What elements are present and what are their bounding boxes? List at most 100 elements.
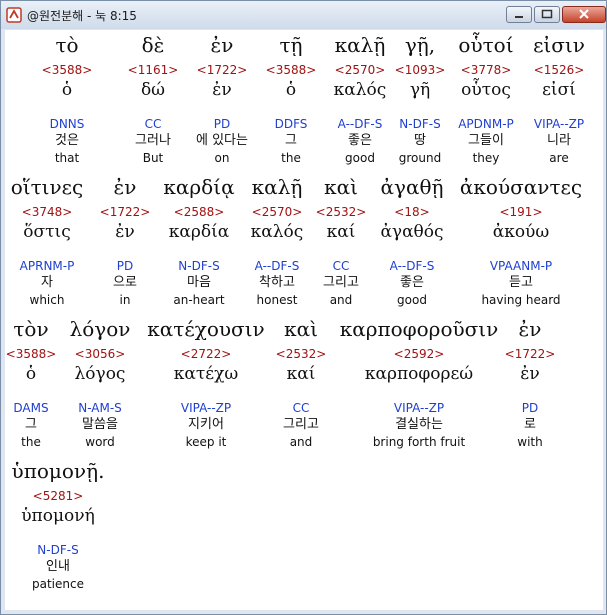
korean-gloss: 그리고	[283, 417, 319, 432]
maximize-button[interactable]	[534, 6, 560, 23]
word-cell[interactable]: γῇ, <1093> γῆ N-DF-S 땅 ground	[390, 30, 450, 166]
strong-number[interactable]: <2532>	[310, 204, 372, 220]
word-cell[interactable]: εἰσιν <1526> εἰσί VIPA--ZP 니라 are	[523, 30, 595, 166]
lemma: ὅστις	[23, 222, 71, 242]
greek-word: καρποφοροῦσιν	[339, 317, 499, 341]
word-cell[interactable]: ἀγαθῇ <18> ἀγαθός A--DF-S 좋은 good	[369, 172, 455, 308]
strong-number[interactable]: <3056>	[61, 346, 139, 362]
english-gloss: with	[517, 435, 543, 449]
korean-gloss: 것은	[55, 133, 79, 148]
greek-word: καρδίᾳ	[163, 175, 235, 199]
lemma: καί	[326, 222, 356, 242]
word-cell[interactable]: ὑπομονῇ. <5281> ὑπομονή N-DF-S 인내 patien…	[5, 456, 111, 592]
word-cell[interactable]: τὸν <3588> ὁ DAMS 그 the	[5, 314, 57, 450]
word-cell[interactable]: καὶ <2532> καί CC 그리고 and	[269, 314, 333, 450]
greek-word: ὑπομονῇ.	[11, 459, 105, 483]
close-icon	[579, 9, 589, 19]
strong-number[interactable]: <1161>	[120, 62, 186, 78]
lemma: ἐν	[212, 80, 232, 100]
korean-gloss: 인내	[46, 559, 70, 574]
lemma: ὁ	[285, 80, 297, 100]
strong-number[interactable]: <2570>	[324, 62, 396, 78]
greek-word: καλῇ	[334, 33, 386, 57]
word-cell[interactable]: καὶ <2532> καί CC 그리고 and	[310, 172, 372, 308]
english-gloss: and	[329, 293, 353, 307]
lemma: καί	[286, 364, 316, 384]
strong-number[interactable]: <3778>	[449, 62, 523, 78]
strong-number[interactable]: <1722>	[95, 204, 155, 220]
parsing-code: CC	[332, 259, 350, 273]
word-cell[interactable]: οἵτινες <3748> ὅστις APRNM-P 자 which	[5, 172, 89, 308]
word-cell[interactable]: ἐν <1722> ἐν PD 으로 in	[95, 172, 155, 308]
parsing-code: PD	[521, 401, 539, 415]
strong-number[interactable]: <2722>	[143, 346, 269, 362]
strong-number[interactable]: <2570>	[241, 204, 313, 220]
parsing-code: APDNM-P	[458, 117, 514, 131]
word-cell[interactable]: καρδίᾳ <2588> καρδία N-DF-S 마음 an-heart	[157, 172, 241, 308]
korean-gloss: 듣고	[509, 275, 533, 290]
parsing-code: N-DF-S	[37, 543, 79, 557]
korean-gloss: 땅	[414, 133, 426, 148]
korean-gloss: 자	[41, 275, 53, 290]
lemma: δώ	[140, 80, 166, 100]
word-cell[interactable]: καρποφοροῦσιν <2592> καρποφορεώ VIPA--ZP…	[331, 314, 507, 450]
parsing-code: A--DF-S	[389, 259, 435, 273]
korean-gloss: 착하고	[259, 275, 295, 290]
parsing-code: N-DF-S	[178, 259, 220, 273]
strong-number[interactable]: <2592>	[331, 346, 507, 362]
strong-number[interactable]: <18>	[369, 204, 455, 220]
strong-number[interactable]: <3588>	[7, 62, 127, 78]
english-gloss: having heard	[481, 293, 561, 307]
greek-word: κατέχουσιν	[147, 317, 265, 341]
english-gloss: keep it	[185, 435, 227, 449]
word-cell[interactable]: κατέχουσιν <2722> κατέχω VIPA--ZP 지키어 ke…	[143, 314, 269, 450]
greek-word: γῇ,	[404, 33, 436, 57]
lemma: ὁ	[61, 80, 73, 100]
korean-gloss: 그러나	[135, 133, 171, 148]
word-cell[interactable]: οὗτοί <3778> οὗτος APDNM-P 그들이 they	[449, 30, 523, 166]
lemma: ἐν	[520, 364, 540, 384]
word-cell[interactable]: δὲ <1161> δώ CC 그러나 But	[120, 30, 186, 166]
strong-number[interactable]: <3588>	[5, 346, 57, 362]
strong-number[interactable]: <1093>	[390, 62, 450, 78]
lemma: ὑπομονή	[21, 506, 95, 526]
word-cell[interactable]: καλῇ <2570> καλός A--DF-S 좋은 good	[324, 30, 396, 166]
strong-number[interactable]: <5281>	[5, 488, 111, 504]
interlinear-view: τὸ <3588> ὁ DNNS 것은 that δὲ <1161> δώ CC…	[5, 30, 603, 610]
parsing-code: N-AM-S	[78, 401, 122, 415]
word-cell[interactable]: τὸ <3588> ὁ DNNS 것은 that	[7, 30, 127, 166]
lemma: οὗτος	[461, 80, 511, 100]
word-cell[interactable]: καλῇ <2570> καλός A--DF-S 착하고 honest	[241, 172, 313, 308]
strong-number[interactable]: <1722>	[499, 346, 561, 362]
parsing-code: PD	[213, 117, 231, 131]
strong-number[interactable]: <191>	[455, 204, 587, 220]
korean-gloss: 그리고	[323, 275, 359, 290]
strong-number[interactable]: <3748>	[5, 204, 89, 220]
lemma: καρποφορεώ	[364, 364, 474, 384]
lemma: γῆ	[409, 80, 431, 100]
greek-word: εἰσιν	[533, 33, 585, 57]
lemma: καλός	[333, 80, 387, 100]
strong-number[interactable]: <2532>	[269, 346, 333, 362]
parsing-code: DNNS	[49, 117, 85, 131]
strong-number[interactable]: <2588>	[157, 204, 241, 220]
window-title: @원전분해 - 눅 8:15	[27, 9, 137, 23]
korean-gloss: 으로	[113, 275, 137, 290]
greek-word: ἀγαθῇ	[380, 175, 444, 199]
word-cell[interactable]: λόγον <3056> λόγος N-AM-S 말씀을 word	[61, 314, 139, 450]
word-cell[interactable]: τῇ <3588> ὁ DDFS 그 the	[258, 30, 324, 166]
strong-number[interactable]: <3588>	[258, 62, 324, 78]
title-bar[interactable]: @원전분해 - 눅 8:15	[1, 1, 606, 29]
strong-number[interactable]: <1722>	[189, 62, 255, 78]
minimize-button[interactable]	[506, 6, 532, 23]
word-cell[interactable]: ἐν <1722> ἐν PD 로 with	[499, 314, 561, 450]
word-cell[interactable]: ἀκούσαντες <191> ἀκούω VPAANM-P 듣고 havin…	[455, 172, 587, 308]
greek-word: ἐν	[113, 175, 137, 199]
word-cell[interactable]: ἐν <1722> ἐν PD 에 있다는 on	[189, 30, 255, 166]
english-gloss: bring forth fruit	[372, 435, 466, 449]
korean-gloss: 그	[25, 417, 37, 432]
lemma: καρδία	[168, 222, 230, 242]
strong-number[interactable]: <1526>	[523, 62, 595, 78]
parsing-code: PD	[116, 259, 134, 273]
close-button[interactable]	[562, 6, 606, 23]
